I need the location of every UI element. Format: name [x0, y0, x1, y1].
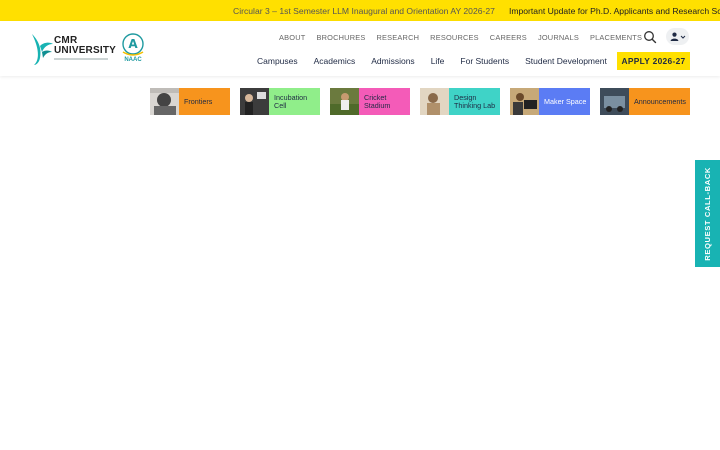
tile-thumbnail [150, 88, 179, 115]
tile-thumbnail [600, 88, 629, 115]
topnav-placements[interactable]: PLACEMENTS [590, 33, 642, 42]
chevron-down-icon [680, 35, 685, 39]
naac-wreath-icon: A [122, 33, 144, 56]
ticker-item[interactable]: Important Update for Ph.D. Applicants an… [509, 6, 720, 16]
ticker-track: Circular 3 – 1st Semester LLM Inaugural … [233, 0, 720, 21]
quick-link-tiles: Frontiers Incubation Cell Cricket Stadiu… [150, 88, 690, 115]
tile-maker-space[interactable]: Maker Space [510, 88, 590, 115]
tile-thumbnail [240, 88, 269, 115]
callback-label: REQUEST CALL-BACK [703, 166, 712, 261]
tile-label: Cricket Stadium [359, 88, 410, 115]
main-nav: Campuses Academics Admissions Life For S… [257, 56, 623, 66]
tile-thumbnail [510, 88, 539, 115]
topnav-research[interactable]: RESEARCH [377, 33, 420, 42]
tile-label: Maker Space [539, 88, 590, 115]
cmr-university-logo[interactable]: CMR UNIVERSITY A NAAC [30, 32, 150, 66]
nav-life[interactable]: Life [431, 56, 445, 66]
logo-tagline [54, 58, 108, 60]
site-header: CMR UNIVERSITY A NAAC ABOUT BROCHURES RE… [0, 21, 720, 76]
topnav-careers[interactable]: CAREERS [490, 33, 527, 42]
tile-thumbnail [420, 88, 449, 115]
logo-bird-icon [32, 34, 53, 65]
nav-academics[interactable]: Academics [314, 56, 356, 66]
tile-label: Frontiers [179, 88, 230, 115]
nav-for-students[interactable]: For Students [460, 56, 509, 66]
user-icon [670, 32, 678, 41]
nav-admissions[interactable]: Admissions [371, 56, 414, 66]
nav-student-development[interactable]: Student Development [525, 56, 607, 66]
naac-badge: A NAAC [116, 32, 150, 66]
request-callback-button[interactable]: REQUEST CALL-BACK [695, 160, 720, 267]
nav-campuses[interactable]: Campuses [257, 56, 298, 66]
tile-label: Design Thinking Lab [449, 88, 500, 115]
announcement-ticker: Circular 3 – 1st Semester LLM Inaugural … [0, 0, 720, 21]
naac-grade: A [128, 37, 138, 51]
tile-frontiers[interactable]: Frontiers [150, 88, 230, 115]
ticker-item[interactable]: Circular 3 – 1st Semester LLM Inaugural … [233, 6, 495, 16]
tile-label: Incubation Cell [269, 88, 320, 115]
topnav-resources[interactable]: RESOURCES [430, 33, 479, 42]
tile-thumbnail [330, 88, 359, 115]
top-nav: ABOUT BROCHURES RESEARCH RESOURCES CAREE… [279, 33, 653, 42]
user-menu-button[interactable] [666, 28, 689, 45]
tile-design-thinking-lab[interactable]: Design Thinking Lab [420, 88, 500, 115]
tile-cricket-stadium[interactable]: Cricket Stadium [330, 88, 410, 115]
naac-label: NAAC [124, 57, 142, 63]
topnav-journals[interactable]: JOURNALS [538, 33, 579, 42]
apply-button[interactable]: APPLY 2026-27 [617, 52, 690, 70]
tile-label: Announcements [629, 88, 690, 115]
tile-announcements[interactable]: Announcements [600, 88, 690, 115]
topnav-brochures[interactable]: BROCHURES [316, 33, 365, 42]
search-icon[interactable] [643, 30, 657, 44]
tile-incubation-cell[interactable]: Incubation Cell [240, 88, 320, 115]
logo-name-line2: UNIVERSITY [54, 45, 117, 56]
logo-wordmark: CMR UNIVERSITY [54, 36, 116, 56]
topnav-about[interactable]: ABOUT [279, 33, 305, 42]
